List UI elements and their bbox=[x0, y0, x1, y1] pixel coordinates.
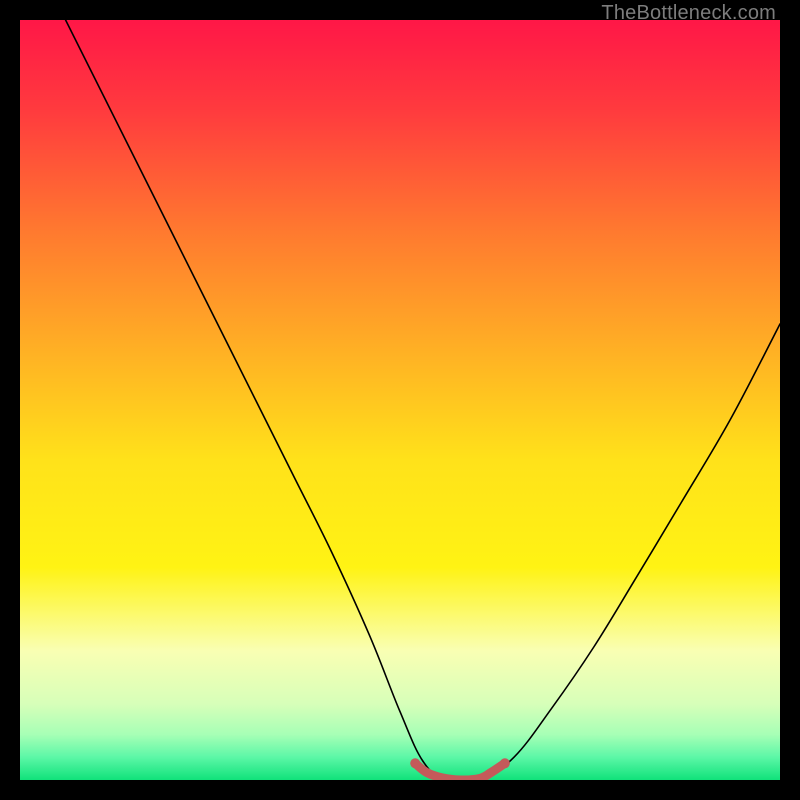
series-highlight-segment-endpoint-1 bbox=[500, 758, 510, 768]
chart-svg bbox=[20, 20, 780, 780]
plot-area bbox=[20, 20, 780, 780]
series-highlight-segment-endpoint-0 bbox=[410, 758, 420, 768]
gradient-background bbox=[20, 20, 780, 780]
chart-frame: TheBottleneck.com bbox=[0, 0, 800, 800]
